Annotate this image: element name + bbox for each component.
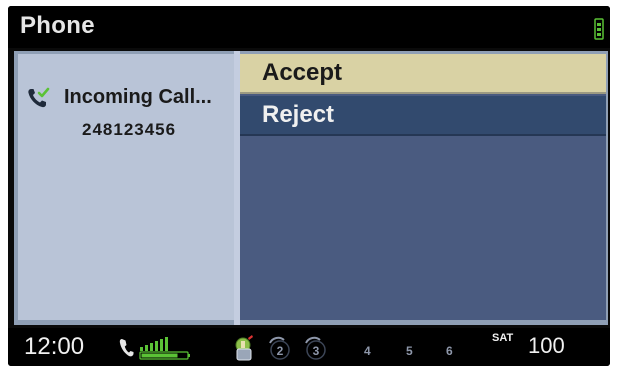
preset-6[interactable]: 6 bbox=[446, 344, 453, 358]
call-options-menu: Accept Reject bbox=[240, 54, 606, 320]
preset-3-icon[interactable]: 3 bbox=[302, 334, 326, 362]
title-bar: Phone bbox=[8, 6, 610, 48]
source-label: SAT bbox=[492, 332, 514, 344]
audio-presets: 2 3 4 5 6 bbox=[232, 330, 472, 364]
phone-signal-icon bbox=[119, 337, 190, 360]
call-info-panel: Incoming Call... 248123456 bbox=[18, 54, 234, 320]
caller-number: 248123456 bbox=[82, 120, 177, 139]
channel-number: 100 bbox=[528, 333, 565, 358]
preset-2-icon[interactable]: 2 bbox=[266, 334, 290, 362]
reject-button[interactable]: Reject bbox=[240, 96, 606, 136]
radio-source-icon[interactable] bbox=[232, 334, 256, 362]
clock: 12:00 bbox=[24, 333, 85, 360]
preset-5[interactable]: 5 bbox=[406, 344, 413, 358]
svg-text:3: 3 bbox=[313, 344, 320, 358]
status-bar: 12:00 2 3 4 5 6 SAT 100 bbox=[8, 328, 610, 366]
incoming-call-icon bbox=[28, 87, 50, 108]
phone-screen: Phone Incoming Call... 248123456 Accept … bbox=[8, 6, 610, 366]
svg-text:2: 2 bbox=[277, 344, 284, 358]
accept-button[interactable]: Accept bbox=[240, 54, 606, 94]
preset-4[interactable]: 4 bbox=[364, 344, 371, 358]
call-status-label: Incoming Call... bbox=[64, 86, 212, 108]
page-title: Phone bbox=[20, 12, 95, 39]
phone-battery-icon bbox=[594, 18, 604, 40]
